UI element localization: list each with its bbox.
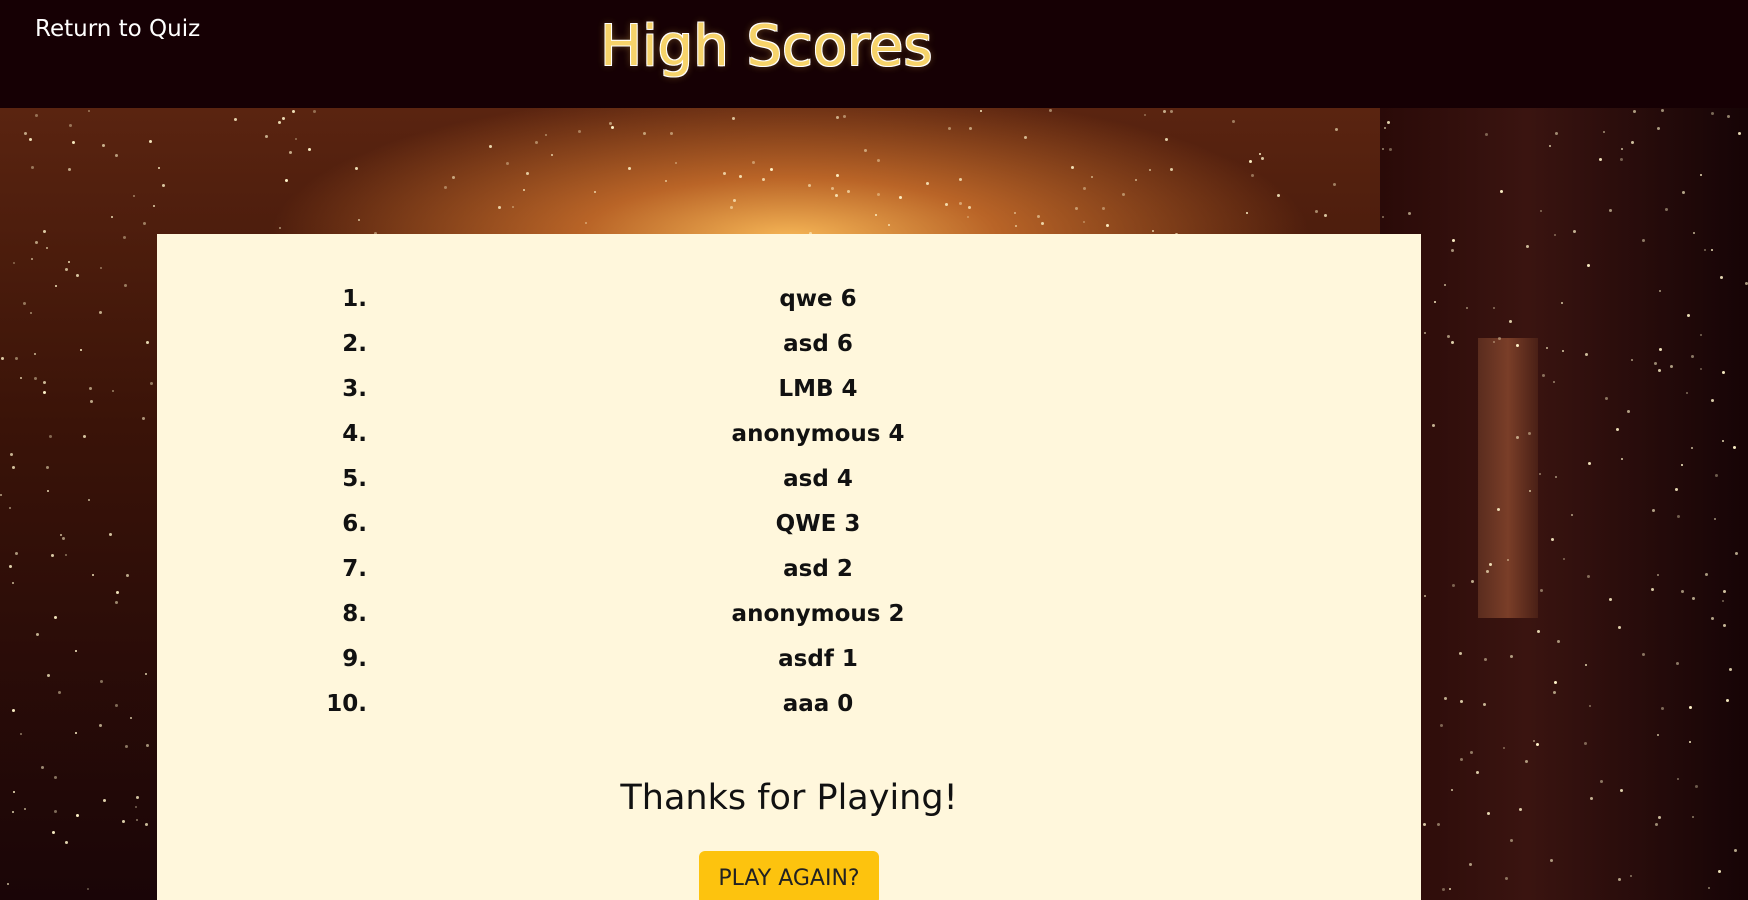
score-entry: asd 6 bbox=[783, 331, 853, 357]
top-bar: Return to Quiz High Scores bbox=[0, 0, 1748, 108]
background-pillar bbox=[1478, 338, 1538, 618]
score-row: 2. asd 6 bbox=[157, 323, 1421, 368]
score-row: 8. anonymous 2 bbox=[157, 593, 1421, 638]
score-row: 1. qwe 6 bbox=[157, 278, 1421, 323]
score-entry: LMB 4 bbox=[778, 376, 858, 402]
score-entry: anonymous 2 bbox=[731, 601, 905, 627]
score-row: 5. asd 4 bbox=[157, 458, 1421, 503]
score-entry: asd 2 bbox=[783, 556, 853, 582]
score-row: 6. QWE 3 bbox=[157, 503, 1421, 548]
score-row: 3. LMB 4 bbox=[157, 368, 1421, 413]
high-scores-card: 1. qwe 6 2. asd 6 3. LMB 4 4. anonymous … bbox=[157, 234, 1421, 900]
score-entry: qwe 6 bbox=[779, 286, 857, 312]
high-scores-list: 1. qwe 6 2. asd 6 3. LMB 4 4. anonymous … bbox=[157, 278, 1421, 728]
thanks-message: Thanks for Playing! bbox=[620, 778, 958, 818]
score-entry: asd 4 bbox=[783, 466, 853, 492]
background-wall bbox=[1380, 108, 1748, 900]
score-row: 4. anonymous 4 bbox=[157, 413, 1421, 458]
score-row: 9. asdf 1 bbox=[157, 638, 1421, 683]
score-entry: asdf 1 bbox=[778, 646, 858, 672]
score-row: 7. asd 2 bbox=[157, 548, 1421, 593]
score-entry: aaa 0 bbox=[782, 691, 854, 717]
score-entry: anonymous 4 bbox=[731, 421, 905, 447]
page-title: High Scores bbox=[600, 14, 933, 79]
score-entry: QWE 3 bbox=[775, 511, 861, 537]
return-to-quiz-link[interactable]: Return to Quiz bbox=[35, 16, 200, 42]
score-row: 10. aaa 0 bbox=[157, 683, 1421, 728]
play-again-button[interactable]: PLAY AGAIN? bbox=[699, 851, 879, 900]
